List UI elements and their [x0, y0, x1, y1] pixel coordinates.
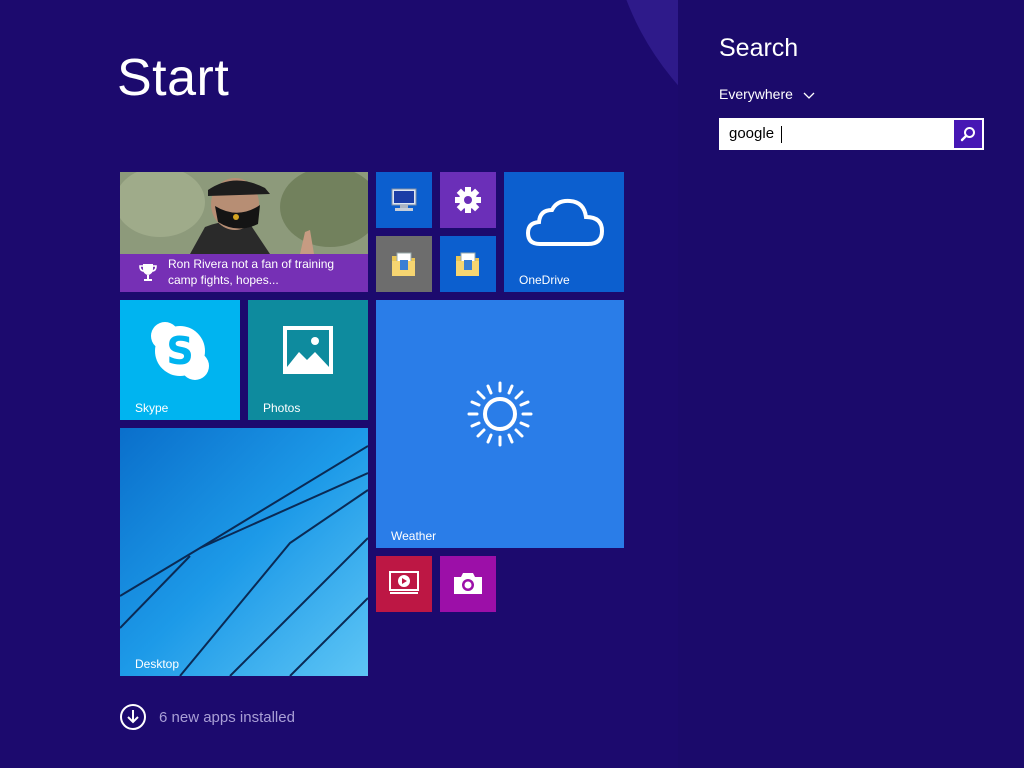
news-tile[interactable]: Ron Rivera not a fan of training camp fi… — [120, 172, 368, 292]
camera-tile[interactable] — [440, 556, 496, 612]
search-icon — [960, 127, 975, 142]
photos-tile[interactable]: Photos — [248, 300, 368, 420]
folder-icon — [389, 248, 419, 284]
settings-tile[interactable] — [440, 172, 496, 228]
text-caret — [781, 126, 782, 143]
desktop-label: Desktop — [135, 657, 180, 671]
skype-icon: S — [149, 320, 211, 386]
video-tile[interactable] — [376, 556, 432, 612]
search-button[interactable] — [954, 120, 982, 148]
onedrive-tile[interactable]: OneDrive — [504, 172, 624, 292]
new-apps-text: 6 new apps installed — [159, 708, 295, 726]
photos-label: Photos — [263, 401, 301, 415]
start-title: Start — [117, 49, 230, 107]
file-explorer-tile-2[interactable] — [440, 236, 496, 292]
skype-tile[interactable]: S Skype — [120, 300, 240, 420]
search-pane: Search Everywhere — [678, 0, 1024, 768]
video-play-icon — [388, 570, 420, 600]
skype-label: Skype — [135, 401, 169, 415]
svg-text:S: S — [166, 329, 193, 373]
download-arrow-icon — [120, 704, 146, 730]
sun-icon — [467, 381, 533, 451]
start-screen: Start Ron Rivera not a fan of training c… — [0, 0, 678, 768]
camera-icon — [452, 570, 484, 600]
gear-icon — [453, 185, 483, 219]
news-headline: Ron Rivera not a fan of training camp fi… — [168, 257, 335, 287]
search-scope-dropdown[interactable]: Everywhere — [719, 86, 815, 102]
weather-label: Weather — [391, 529, 437, 543]
search-input[interactable] — [721, 120, 955, 148]
desktop-tile[interactable]: Desktop — [120, 428, 368, 676]
search-box — [719, 118, 984, 150]
weather-tile[interactable]: Weather — [376, 300, 624, 548]
file-explorer-tile-1[interactable] — [376, 236, 432, 292]
folder-icon — [453, 248, 483, 284]
search-title: Search — [719, 34, 799, 62]
picture-icon — [281, 324, 335, 382]
cloud-icon — [525, 198, 605, 252]
new-apps-notice[interactable]: 6 new apps installed — [120, 702, 295, 732]
news-photo — [120, 172, 368, 254]
onedrive-label: OneDrive — [519, 273, 570, 287]
computer-icon — [389, 185, 419, 219]
chevron-down-icon — [803, 88, 815, 100]
desktop-wallpaper — [120, 428, 368, 676]
search-scope-label: Everywhere — [719, 86, 793, 102]
background-arc — [608, 0, 678, 180]
trophy-icon — [137, 261, 159, 287]
computer-tile[interactable] — [376, 172, 432, 228]
